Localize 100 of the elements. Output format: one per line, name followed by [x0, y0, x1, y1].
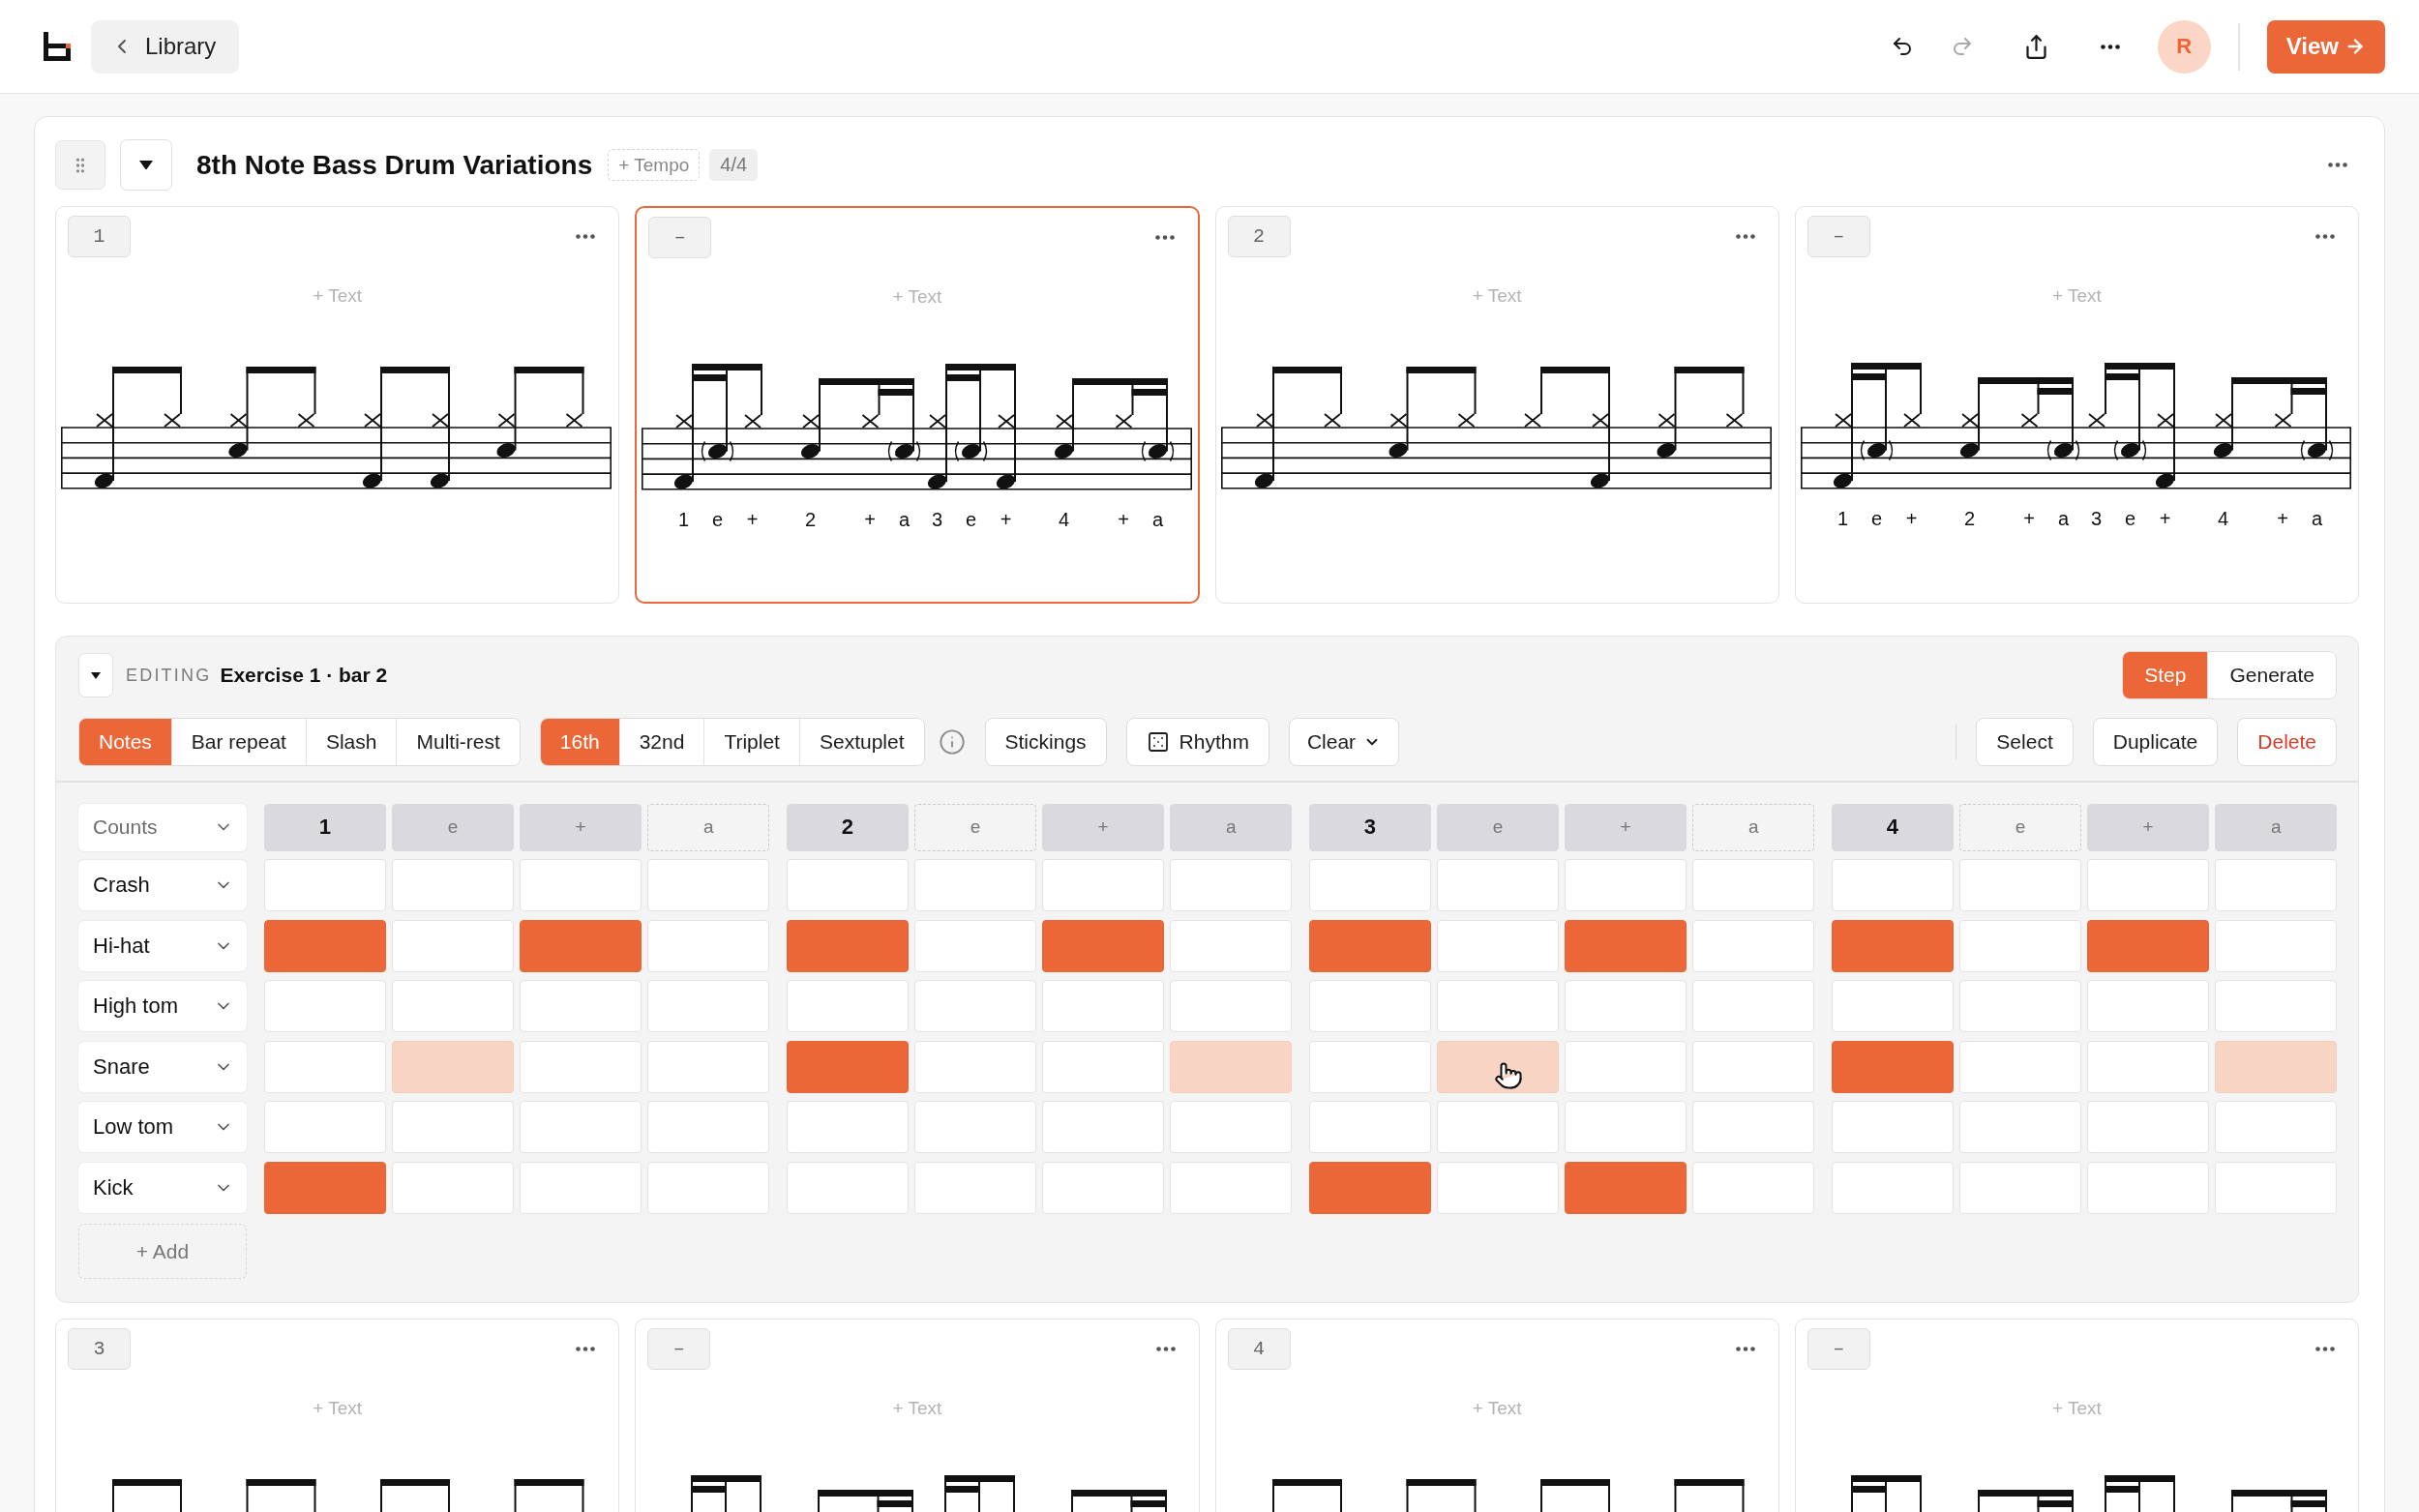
ellipsis-icon[interactable] — [576, 234, 596, 239]
count-label: 3 — [2090, 508, 2102, 529]
bar-card[interactable]: 3 + Text — [55, 1319, 620, 1512]
bar-card[interactable]: 2 + Text — [1214, 206, 1779, 604]
count-label: 1 — [1837, 508, 1848, 529]
count-header: a — [1692, 803, 1814, 851]
count-label: + — [1905, 508, 1918, 529]
mode-tab[interactable]: Step — [2123, 652, 2208, 698]
action-button[interactable]: Delete — [2237, 718, 2337, 766]
caret-down-icon — [139, 160, 153, 170]
bar-card[interactable]: 1 + Text — [55, 206, 620, 604]
instrument-select[interactable]: Kick — [78, 1163, 247, 1214]
ellipsis-icon[interactable] — [1735, 1347, 1755, 1352]
logo-icon[interactable] — [44, 32, 71, 61]
tool-button[interactable]: Rhythm — [1125, 718, 1269, 766]
time-signature[interactable]: 4/4 — [709, 149, 759, 181]
bar-number: 3 — [68, 1328, 131, 1371]
step-cell[interactable] — [520, 919, 642, 972]
count-header: + — [1042, 803, 1164, 851]
bar-number: 1 — [68, 216, 131, 257]
bar-number: 2 — [1227, 216, 1291, 257]
dice-icon — [1146, 730, 1170, 754]
back-button[interactable]: Library — [91, 19, 240, 74]
bar-number: – — [1807, 216, 1870, 257]
ellipsis-icon[interactable] — [2315, 234, 2335, 239]
instrument-select[interactable]: High tom — [78, 981, 247, 1032]
bar-card[interactable]: 4 + Text — [1214, 1319, 1779, 1512]
count-label: 4 — [1059, 509, 1070, 530]
count-label: 2 — [805, 509, 817, 530]
count-header: e — [392, 803, 514, 851]
step-cell[interactable] — [1832, 1040, 1954, 1093]
step-cell[interactable] — [787, 1040, 909, 1093]
count-label: e — [966, 509, 977, 530]
bar-card[interactable]: – + Text — [1794, 1319, 2359, 1512]
step-cell[interactable] — [1042, 919, 1164, 972]
instrument-select[interactable]: Hi-hat — [78, 920, 247, 971]
bar-number: – — [647, 1328, 711, 1371]
ellipsis-icon — [2100, 44, 2120, 49]
count-label: a — [2311, 508, 2322, 529]
bar-number: 4 — [1227, 1328, 1291, 1371]
count-label: 2 — [1963, 508, 1975, 529]
mode-tab[interactable]: Generate — [2207, 652, 2336, 698]
exercise-title: 8th Note Bass Drum Variations — [196, 149, 593, 181]
note-type-tab[interactable]: Multi-rest — [396, 719, 520, 765]
instrument-select[interactable]: Low tom — [78, 1102, 247, 1153]
count-header: a — [647, 803, 769, 851]
counts-select[interactable]: Counts — [78, 803, 247, 851]
count-header: e — [1437, 803, 1559, 851]
step-cell[interactable] — [1565, 919, 1687, 972]
instrument-select[interactable]: Crash — [78, 860, 247, 911]
note-type-tab[interactable]: Notes — [79, 719, 171, 765]
bar-card[interactable]: – + Text 1 e + 2 + a 3 e + 4 + a — [1794, 206, 2359, 604]
tool-button[interactable]: Stickings — [984, 718, 1107, 766]
tool-button[interactable]: Clear — [1288, 718, 1400, 766]
step-cell[interactable] — [787, 919, 909, 972]
ellipsis-icon[interactable] — [1155, 1347, 1176, 1352]
count-label: a — [1152, 509, 1164, 530]
action-button[interactable]: Duplicate — [2092, 718, 2219, 766]
count-header: + — [520, 803, 642, 851]
instrument-select[interactable]: Snare — [78, 1041, 247, 1092]
caret-down-icon — [91, 671, 101, 679]
subdivision-tab[interactable]: Sextuplet — [798, 719, 924, 765]
view-button[interactable]: View — [2266, 19, 2385, 74]
count-header: + — [2087, 803, 2209, 851]
step-cell[interactable] — [1309, 1162, 1431, 1215]
ellipsis-icon[interactable] — [2328, 163, 2347, 167]
count-header: + — [1565, 803, 1687, 851]
count-label: 1 — [678, 509, 690, 530]
step-cell[interactable] — [264, 1162, 386, 1215]
bar-card[interactable]: – + Text 1 e + 2 + a 3 e + 4 + a — [635, 206, 1200, 604]
count-header: 2 — [787, 803, 909, 851]
step-cell[interactable] — [1565, 1162, 1687, 1215]
editing-target: Exercise 1 · bar 2 — [220, 664, 388, 687]
step-cell[interactable] — [1832, 919, 1954, 972]
bar-card[interactable]: – + Text — [635, 1319, 1200, 1512]
action-button[interactable]: Select — [1976, 718, 2074, 766]
count-header: a — [1170, 803, 1292, 851]
collapse-button[interactable] — [120, 139, 172, 191]
count-header: 3 — [1309, 803, 1431, 851]
count-label: + — [2159, 508, 2171, 529]
ellipsis-icon[interactable] — [2315, 1347, 2335, 1352]
step-cell[interactable] — [2087, 919, 2209, 972]
count-label: a — [899, 509, 911, 530]
subdivision-tab[interactable]: 16th — [540, 719, 619, 765]
step-cell[interactable] — [264, 919, 386, 972]
count-label: + — [1118, 509, 1130, 530]
ellipsis-icon[interactable] — [576, 1347, 596, 1352]
count-label: + — [2022, 508, 2035, 529]
count-header: 4 — [1832, 803, 1954, 851]
count-header: e — [1959, 803, 2081, 851]
tempo-button[interactable]: + Tempo — [608, 149, 701, 181]
count-label: 4 — [2217, 508, 2228, 529]
step-cell[interactable] — [1309, 919, 1431, 972]
count-label: e — [1870, 508, 1882, 529]
drag-handle[interactable] — [55, 140, 105, 190]
info-icon[interactable] — [938, 728, 966, 756]
ellipsis-icon[interactable] — [1735, 234, 1755, 239]
ellipsis-icon[interactable] — [1154, 235, 1175, 240]
count-label: a — [2057, 508, 2069, 529]
add-row-button[interactable]: + Add — [78, 1224, 247, 1280]
